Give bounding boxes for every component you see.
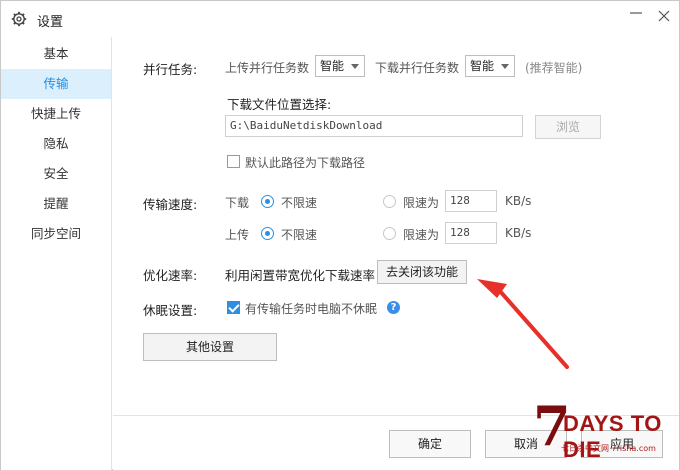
watermark-text: DAYS TO DIE (563, 411, 662, 462)
watermark-logo: 7 DAYS TO DIE 七日杀中文网 7risha.com (533, 399, 673, 462)
ok-button[interactable]: 确定 (389, 430, 471, 458)
watermark-subtext: 七日杀中文网 7risha.com (561, 444, 656, 453)
settings-window: 设置 基本 传输 快捷上传 隐私 安全 提醒 同步空间 并行任务: 上传并行任务… (0, 0, 680, 470)
